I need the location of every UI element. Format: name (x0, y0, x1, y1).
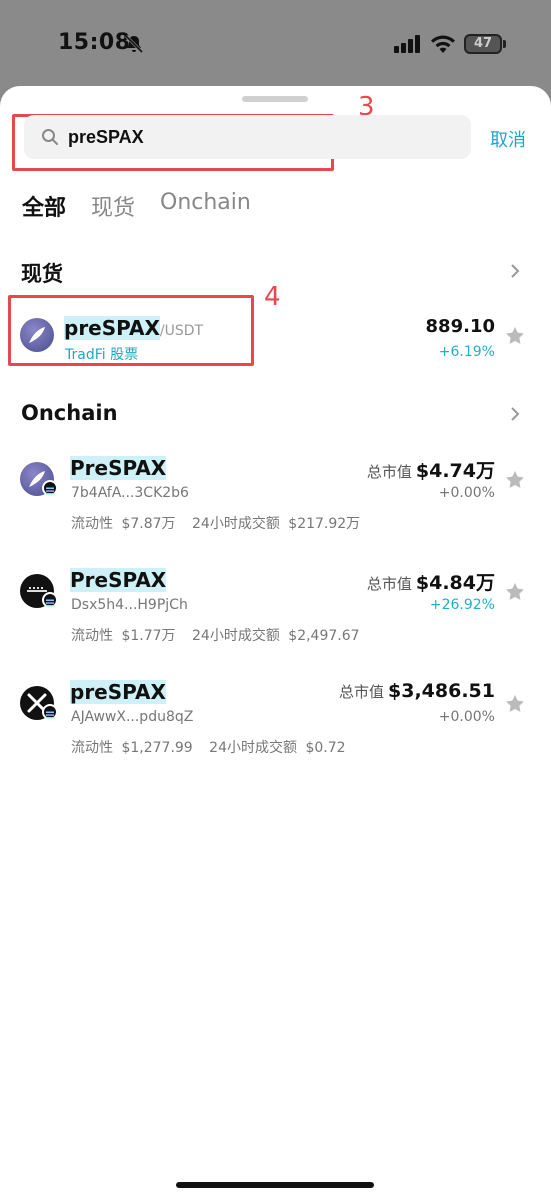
price-change: +0.00% (438, 709, 495, 725)
liquidity-label: 流动性 (71, 516, 113, 532)
liquidity-volume-stats: 流动性 $1,277.99 24小时成交额 $0.72 (71, 737, 346, 757)
market-cap-value: $4.84万 (415, 572, 495, 594)
volume-value: $217.92万 (288, 516, 361, 532)
volume-label: 24小时成交额 (192, 516, 280, 532)
chevron-right-icon[interactable] (509, 263, 521, 279)
spot-coin-name: preSPAX/USDT (64, 316, 203, 340)
battery-level: 47 (473, 36, 493, 51)
spot-list-item[interactable]: preSPAX/USDT TradFi 股票 889.10 +6.19% (0, 304, 551, 364)
star-icon[interactable] (505, 694, 525, 714)
price-change: +26.92% (429, 597, 495, 613)
market-cap-value: $3,486.51 (388, 680, 495, 702)
market-cap: 总市值 $4.84万 (367, 568, 495, 595)
contract-address[interactable]: Dsx5h4...H9PjCh (71, 597, 188, 613)
chevron-right-icon[interactable] (509, 406, 521, 422)
solana-chain-icon (42, 704, 58, 720)
market-cap-label: 总市值 (366, 575, 412, 593)
spot-pair: /USDT (159, 323, 204, 339)
onchain-list-item[interactable]: PreSPAX 7b4AfA...3CK2b6 总市值 $4.74万 +0.00%… (0, 448, 551, 544)
section-title-onchain: Onchain (21, 401, 118, 425)
tab-all[interactable]: 全部 (22, 190, 66, 222)
volume-value: $0.72 (305, 740, 346, 756)
liquidity-label: 流动性 (71, 740, 113, 756)
volume-value: $2,497.67 (288, 628, 360, 644)
market-cap: 总市值 $4.74万 (367, 456, 495, 483)
rocket-icon (29, 327, 45, 343)
contract-address[interactable]: AJAwwX...pdu8qZ (71, 709, 193, 725)
liquidity-value: $1.77万 (121, 628, 176, 644)
onchain-symbol: preSPAX (70, 680, 166, 704)
contract-address[interactable]: 7b4AfA...3CK2b6 (71, 485, 189, 501)
solana-chain-icon (42, 480, 58, 496)
battery-icon: 47 (464, 34, 502, 54)
search-icon (42, 129, 58, 145)
coin-logo-icon (20, 318, 54, 352)
cell-signal-icon (394, 35, 420, 53)
search-bar[interactable] (24, 115, 471, 159)
onchain-symbol: PreSPAX (70, 568, 167, 592)
spot-tag: TradFi 股票 (65, 347, 139, 363)
onchain-list-item[interactable]: preSPAX AJAwwX...pdu8qZ 总市值 $3,486.51 +0.… (0, 672, 551, 768)
spot-change: +6.19% (438, 344, 495, 360)
market-cap: 总市值 $3,486.51 (339, 680, 495, 702)
cancel-button[interactable]: 取消 (490, 126, 526, 152)
onchain-list-item[interactable]: PreSPAX Dsx5h4...H9PjCh 总市值 $4.84万 +26.92… (0, 560, 551, 656)
price-change: +0.00% (438, 485, 495, 501)
bell-muted-icon (124, 34, 144, 54)
spot-symbol: preSPAX (64, 316, 160, 340)
battery-nub (503, 40, 506, 48)
star-icon[interactable] (505, 326, 525, 346)
status-time: 15:08 (58, 30, 131, 55)
onchain-coin-name: PreSPAX (70, 456, 167, 480)
onchain-coin-name: preSPAX (70, 680, 166, 704)
star-icon[interactable] (505, 470, 525, 490)
search-sheet: 3 取消 全部 现货 Onchain 现货 4 preSPAX/USDT Tra… (0, 86, 551, 1200)
spot-price: 889.10 (425, 316, 495, 337)
liquidity-value: $7.87万 (121, 516, 176, 532)
status-bar: 15:08 47 (0, 0, 551, 86)
section-title-spot: 现货 (21, 262, 63, 286)
volume-label: 24小时成交额 (209, 740, 297, 756)
star-icon[interactable] (505, 582, 525, 602)
onchain-coin-name: PreSPAX (70, 568, 167, 592)
liquidity-volume-stats: 流动性 $1.77万 24小时成交额 $2,497.67 (71, 625, 360, 645)
market-cap-label: 总市值 (366, 463, 412, 481)
tab-spot[interactable]: 现货 (91, 190, 135, 222)
liquidity-label: 流动性 (71, 628, 113, 644)
search-input[interactable] (68, 115, 448, 159)
tab-onchain[interactable]: Onchain (160, 190, 251, 215)
sheet-grabber[interactable] (242, 96, 308, 102)
onchain-symbol: PreSPAX (70, 456, 167, 480)
market-cap-label: 总市值 (339, 683, 385, 701)
liquidity-volume-stats: 流动性 $7.87万 24小时成交额 $217.92万 (71, 513, 360, 533)
volume-label: 24小时成交额 (192, 628, 280, 644)
wifi-icon (431, 35, 455, 53)
home-indicator[interactable] (176, 1182, 374, 1188)
liquidity-value: $1,277.99 (121, 740, 193, 756)
market-cap-value: $4.74万 (415, 460, 495, 482)
solana-chain-icon (42, 592, 58, 608)
